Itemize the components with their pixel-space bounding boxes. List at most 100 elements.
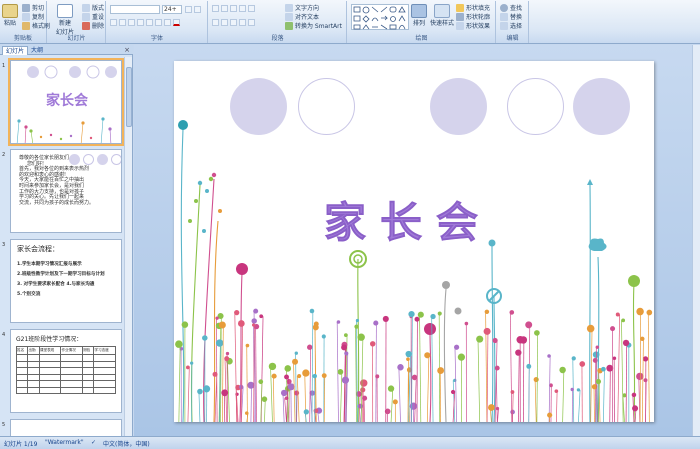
ribbon: 粘贴 剪切 复制 格式刷 剪贴板 新建 幻灯片 版式 重设 删除 幻灯片 24+… <box>0 0 700 44</box>
slide-thumbnail-2[interactable]: 尊敬的各位家长朋友们 您们好! 首先，我对各位的到来表示热烈 的欢迎和衷心的感谢… <box>10 149 122 233</box>
table-header-cell: 测验 <box>81 346 95 355</box>
font-format-row <box>110 19 180 26</box>
slides-group: 新建 幻灯片 版式 重设 删除 幻灯片 <box>48 1 106 43</box>
thumb-3-item: 2.班级性教学计划及下一期学习目标与计划 <box>17 272 105 277</box>
slide-thumbnail-4[interactable]: G21班阶段性学习情况： 姓名 出勤 课堂表现 作业情况 测验 学习态度 <box>10 329 122 413</box>
slide-number: 3 <box>2 242 6 248</box>
paste-label: 粘贴 <box>3 20 16 27</box>
pen-icon <box>456 12 464 21</box>
text-direction-button[interactable]: 文字方向 <box>285 3 319 12</box>
smartart-button[interactable]: 转换为 SmartArt <box>285 21 342 30</box>
list-row <box>212 5 255 12</box>
paste-icon <box>2 4 18 18</box>
slide-thumbnail-1[interactable]: 家长会 <box>8 58 124 146</box>
find-label: 查找 <box>510 5 523 12</box>
language-indicator[interactable]: 中文(简体，中国) <box>103 439 150 448</box>
font-size-combo[interactable]: 24+ <box>162 5 182 14</box>
reset-label: 重设 <box>92 14 105 21</box>
slide-thumbnail-5[interactable] <box>10 419 122 436</box>
delete-label: 删除 <box>92 23 105 30</box>
thumb-2-text: 尊敬的各位家长朋友们 您们好! 首先，我对各位的到来表示热烈 的欢迎和衷心的感谢… <box>19 155 119 206</box>
shape-fill-label: 形状填充 <box>466 5 491 12</box>
numbering-icon[interactable] <box>221 5 228 12</box>
drawing-group: 排列 快速样式 形状填充 形状轮廓 形状效果 绘图 <box>348 1 496 43</box>
align-left-icon[interactable] <box>212 19 219 26</box>
replace-button[interactable]: 替换 <box>500 12 522 21</box>
shape-fill-button[interactable]: 形状填充 <box>456 3 490 12</box>
table-header-cell: 作业情况 <box>60 346 83 355</box>
align-text-label: 对齐文本 <box>295 14 320 21</box>
strike-icon[interactable] <box>137 19 144 26</box>
slide-title: 家长会 <box>324 198 492 247</box>
font-name-combo[interactable] <box>110 5 160 14</box>
table-header-cell: 出勤 <box>27 346 40 355</box>
align-text-icon <box>285 12 293 21</box>
theme-name: "Watermark" <box>45 439 84 446</box>
align-row <box>212 19 255 26</box>
slides-pane: 幻灯片 大纲 × 1 家长会 2 尊敬的各位家长朋友们 您们好! 首先，我对各位… <box>0 45 133 436</box>
reset-icon <box>82 12 90 21</box>
quick-styles-label: 快速样式 <box>430 20 455 27</box>
font-color-icon[interactable] <box>173 19 180 26</box>
tab-outline[interactable]: 大纲 <box>28 46 46 55</box>
shrink-font-icon[interactable] <box>194 6 201 13</box>
arrange-icon <box>411 4 427 18</box>
thumb-4-title: G21班阶段性学习情况： <box>16 336 83 343</box>
columns-icon[interactable] <box>248 19 255 26</box>
thumb-3-item: 1.学生本期学习情况汇报与展示 <box>17 262 82 267</box>
text-direction-label: 文字方向 <box>295 5 320 12</box>
table-cell <box>27 386 40 394</box>
shapes-gallery[interactable] <box>351 4 409 30</box>
underline-icon[interactable] <box>128 19 135 26</box>
increase-indent-icon[interactable] <box>239 5 246 12</box>
tab-slides[interactable]: 幻灯片 <box>2 46 29 55</box>
decrease-indent-icon[interactable] <box>230 5 237 12</box>
layout-button[interactable]: 版式 <box>82 3 104 12</box>
slide-canvas[interactable]: 家长会 <box>174 61 654 422</box>
new-slide-button[interactable]: 新建 幻灯片 <box>56 4 74 36</box>
reset-button[interactable]: 重设 <box>82 12 104 21</box>
grow-font-icon[interactable] <box>185 6 192 13</box>
delete-slide-button[interactable]: 删除 <box>82 21 104 30</box>
table-row <box>15 386 116 394</box>
justify-icon[interactable] <box>239 19 246 26</box>
align-center-icon[interactable] <box>221 19 228 26</box>
shape-outline-button[interactable]: 形状轮廓 <box>456 12 490 21</box>
spacing-icon[interactable] <box>155 19 162 26</box>
cut-button[interactable]: 剪切 <box>22 3 44 12</box>
editor-scrollbar[interactable] <box>692 45 700 436</box>
find-icon <box>500 3 508 12</box>
slide-number: 1 <box>2 63 6 69</box>
align-right-icon[interactable] <box>230 19 237 26</box>
shape-effects-button[interactable]: 形状效果 <box>456 21 490 30</box>
line-spacing-icon[interactable] <box>248 5 255 12</box>
thumb-1-title: 家长会 <box>46 92 89 109</box>
format-painter-button[interactable]: 格式刷 <box>22 21 50 30</box>
shape-outline-label: 形状轮廓 <box>466 14 491 21</box>
shadow-icon[interactable] <box>146 19 153 26</box>
table-header-cell: 姓名 <box>15 346 29 355</box>
slides-group-label: 幻灯片 <box>67 35 86 42</box>
font-size-buttons <box>185 6 201 13</box>
bold-icon[interactable] <box>110 19 117 26</box>
slides-pane-scrollbar[interactable] <box>124 57 132 436</box>
italic-icon[interactable] <box>119 19 126 26</box>
quick-styles-button[interactable]: 快速样式 <box>430 4 454 27</box>
editing-group: 查找 替换 选择 编辑 <box>497 1 529 43</box>
select-button[interactable]: 选择 <box>500 21 522 30</box>
slide-thumbnail-3[interactable]: 家长会流程： 1.学生本期学习情况汇报与展示 2.班级性教学计划及下一期学习目标… <box>10 239 122 323</box>
new-slide-icon <box>57 4 73 18</box>
spellcheck-icon[interactable]: ✓ <box>91 439 96 446</box>
align-text-button[interactable]: 对齐文本 <box>285 12 319 21</box>
paste-button[interactable]: 粘贴 <box>2 4 18 27</box>
scrollbar-thumb[interactable] <box>126 67 132 127</box>
copy-button[interactable]: 复制 <box>22 12 44 21</box>
smartart-label: 转换为 SmartArt <box>295 23 342 30</box>
select-label: 选择 <box>510 23 523 30</box>
find-button[interactable]: 查找 <box>500 3 522 12</box>
bullets-icon[interactable] <box>212 5 219 12</box>
arrange-button[interactable]: 排列 <box>411 4 427 27</box>
pane-tabs: 幻灯片 大纲 × <box>0 45 133 55</box>
case-icon[interactable] <box>164 19 171 26</box>
close-pane-icon[interactable]: × <box>124 46 130 54</box>
